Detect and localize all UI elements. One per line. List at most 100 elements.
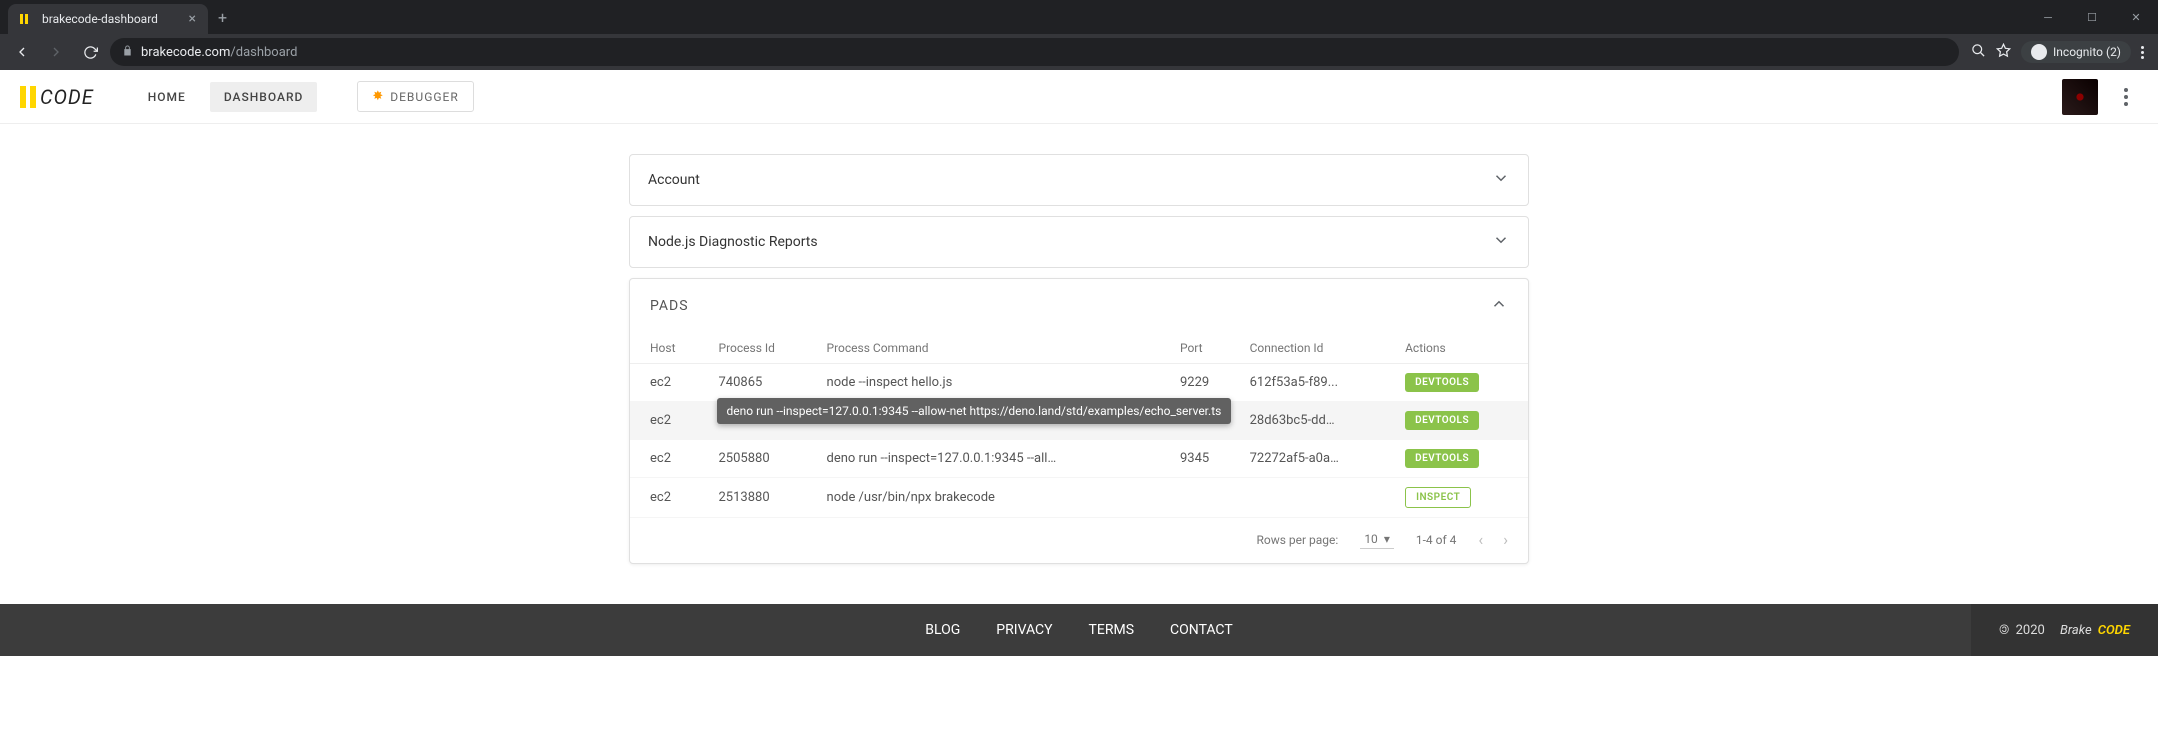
cell-host: ec2	[630, 364, 709, 402]
nav-links: HOME DASHBOARD ✸ DEBUGGER	[134, 81, 474, 112]
cell-action: INSPECT	[1395, 478, 1528, 518]
reload-button[interactable]	[76, 38, 104, 66]
cell-port: 9229	[1170, 364, 1240, 402]
footer-brand: © 2020 Brake CODE	[1971, 604, 2158, 656]
inspect-button[interactable]: INSPECT	[1405, 487, 1471, 508]
debugger-button[interactable]: ✸ DEBUGGER	[357, 81, 473, 112]
debugger-label: DEBUGGER	[390, 90, 459, 104]
pads-header[interactable]: PADS	[630, 279, 1528, 333]
footer-privacy[interactable]: PRIVACY	[996, 622, 1052, 638]
cell-host: ec2	[630, 478, 709, 518]
cell-host: ec2	[630, 440, 709, 478]
cell-port	[1170, 478, 1240, 518]
prev-page-button[interactable]: ‹	[1478, 530, 1483, 549]
account-title: Account	[648, 172, 700, 188]
bug-icon: ✸	[372, 89, 384, 104]
pads-panel: PADS Host Process Id Process Command Por…	[629, 278, 1529, 564]
url-path: /dashboard	[230, 45, 297, 60]
favicon-icon	[20, 12, 34, 26]
rows-per-page-select[interactable]: 10 ▾	[1360, 530, 1394, 549]
app-menu-button[interactable]	[2114, 88, 2138, 106]
nav-dashboard[interactable]: DASHBOARD	[210, 82, 318, 112]
tab-title: brakecode-dashboard	[42, 12, 158, 26]
cell-pid: 2513880	[709, 478, 817, 518]
main-content: Account Node.js Diagnostic Reports PADS …	[0, 124, 2158, 604]
cell-host: ec2	[630, 402, 709, 440]
reports-accordion[interactable]: Node.js Diagnostic Reports	[629, 216, 1529, 268]
cell-action: DEVTOOLS	[1395, 402, 1528, 440]
cell-cmd: deno run --inspect=127.0.0.1:9345 --allo…	[817, 402, 1170, 440]
cell-action: DEVTOOLS	[1395, 440, 1528, 478]
table-row[interactable]: ec22505880deno run --inspect=127.0.0.1:9…	[630, 440, 1528, 478]
logo-icon	[20, 86, 36, 108]
forward-button[interactable]	[42, 38, 70, 66]
cell-port: 9345	[1170, 440, 1240, 478]
browser-tab[interactable]: brakecode-dashboard ×	[8, 4, 208, 34]
app-header: CODE HOME DASHBOARD ✸ DEBUGGER	[0, 70, 2158, 124]
chevron-up-icon	[1490, 295, 1508, 317]
avatar[interactable]	[2062, 79, 2098, 115]
close-window-button[interactable]: ✕	[2114, 0, 2158, 34]
pads-title: PADS	[650, 298, 689, 314]
table-row[interactable]: ec2740865node --inspect hello.js9229612f…	[630, 364, 1528, 402]
back-button[interactable]	[8, 38, 36, 66]
table-row[interactable]: ec2 deno run --inspect=127.0.0.1:9345 --a…	[630, 402, 1528, 440]
page-range: 1-4 of 4	[1416, 533, 1457, 547]
footer-blog[interactable]: BLOG	[925, 622, 960, 638]
logo-text: CODE	[40, 85, 94, 109]
col-actions: Actions	[1395, 333, 1528, 364]
table-row[interactable]: ec22513880node /usr/bin/npx brakecodeINS…	[630, 478, 1528, 518]
rpp-label: Rows per page:	[1256, 533, 1338, 547]
col-port[interactable]: Port	[1170, 333, 1240, 364]
cell-cmd: deno run --inspect=127.0.0.1:9345 --allo…	[817, 440, 1170, 478]
cell-conn: 612f53a5-f89...	[1240, 364, 1396, 402]
minimize-button[interactable]: ─	[2026, 0, 2070, 34]
devtools-button[interactable]: DEVTOOLS	[1405, 411, 1479, 430]
incognito-label: Incognito (2)	[2053, 45, 2121, 59]
footer-brake: Brake	[2060, 623, 2092, 638]
address-bar: brakecode.com/dashboard Incognito (2)	[0, 34, 2158, 70]
incognito-icon	[2031, 44, 2047, 60]
reports-title: Node.js Diagnostic Reports	[648, 234, 818, 250]
close-icon[interactable]: ×	[189, 12, 196, 26]
next-page-button[interactable]: ›	[1503, 530, 1508, 549]
tab-strip: brakecode-dashboard × + ─ ☐ ✕	[0, 0, 2158, 34]
col-cmd[interactable]: Process Command	[817, 333, 1170, 364]
pads-table: Host Process Id Process Command Port Con…	[630, 333, 1528, 518]
footer-terms[interactable]: TERMS	[1089, 622, 1134, 638]
col-host[interactable]: Host	[630, 333, 709, 364]
footer-contact[interactable]: CONTACT	[1170, 622, 1233, 638]
devtools-button[interactable]: DEVTOOLS	[1405, 449, 1479, 468]
footer-year: 2020	[2016, 623, 2045, 638]
footer: BLOG PRIVACY TERMS CONTACT © 2020 Brake C…	[0, 604, 2158, 656]
maximize-button[interactable]: ☐	[2070, 0, 2114, 34]
cell-conn: 28d63bc5-ddc...	[1240, 402, 1396, 440]
copyleft-icon: ©	[1999, 623, 2009, 638]
cell-conn: 72272af5-a0a...	[1240, 440, 1396, 478]
new-tab-button[interactable]: +	[208, 8, 237, 27]
chevron-down-icon	[1492, 169, 1510, 191]
browser-menu-icon[interactable]	[2141, 46, 2144, 59]
cell-pid: 740865	[709, 364, 817, 402]
cell-action: DEVTOOLS	[1395, 364, 1528, 402]
logo[interactable]: CODE	[20, 85, 94, 109]
cell-pid: 2505880	[709, 440, 817, 478]
browser-chrome: brakecode-dashboard × + ─ ☐ ✕ brakecode.…	[0, 0, 2158, 70]
cell-conn	[1240, 478, 1396, 518]
chevron-down-icon	[1492, 231, 1510, 253]
window-controls: ─ ☐ ✕	[2026, 0, 2158, 34]
incognito-badge[interactable]: Incognito (2)	[2021, 41, 2131, 63]
url-input[interactable]: brakecode.com/dashboard	[110, 38, 1959, 66]
account-accordion[interactable]: Account	[629, 154, 1529, 206]
zoom-icon[interactable]	[1971, 43, 1986, 62]
devtools-button[interactable]: DEVTOOLS	[1405, 373, 1479, 392]
col-pid[interactable]: Process Id	[709, 333, 817, 364]
nav-home[interactable]: HOME	[134, 82, 200, 112]
footer-code: CODE	[2098, 623, 2130, 638]
url-host: brakecode.com	[141, 45, 230, 60]
footer-links: BLOG PRIVACY TERMS CONTACT	[925, 622, 1232, 638]
star-icon[interactable]	[1996, 43, 2011, 62]
col-conn[interactable]: Connection Id	[1240, 333, 1396, 364]
cell-cmd: node --inspect hello.js	[817, 364, 1170, 402]
rpp-value: 10	[1364, 532, 1378, 546]
